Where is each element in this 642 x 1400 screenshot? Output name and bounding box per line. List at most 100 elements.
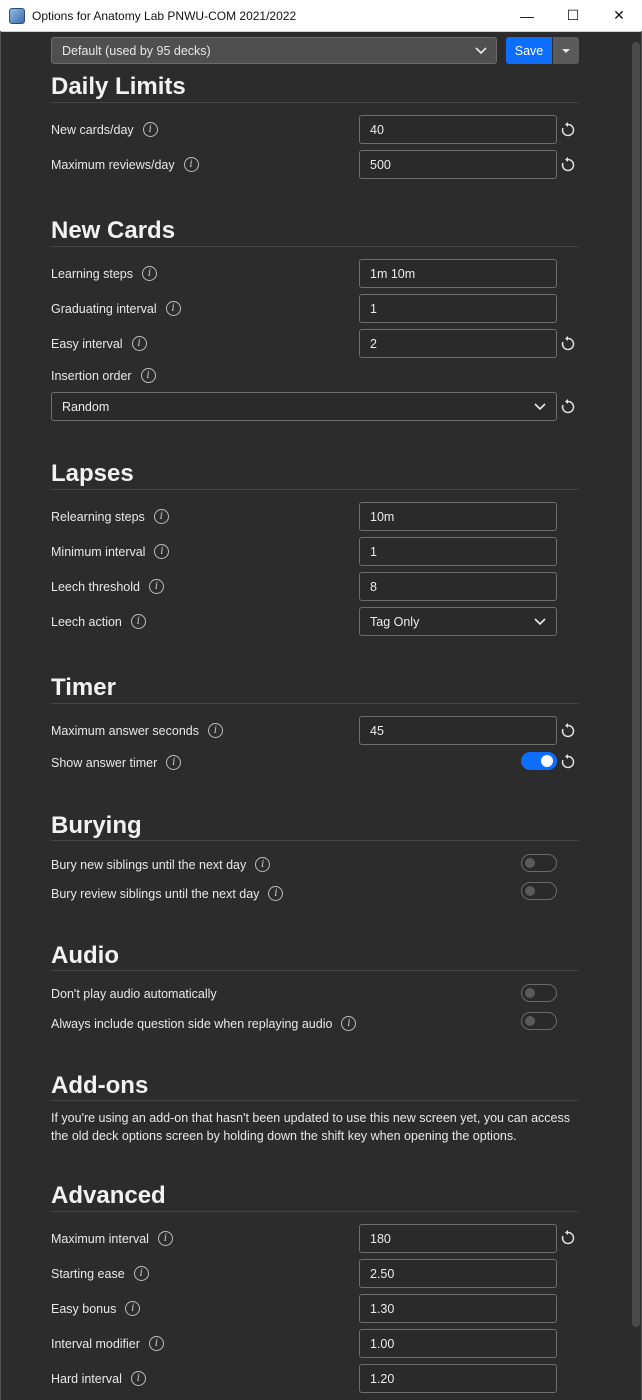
revert-icon[interactable] [560, 1230, 576, 1246]
graduating-interval-input[interactable]: 1 [359, 294, 557, 323]
toggle-knob [525, 858, 535, 868]
maximum-interval-input[interactable]: 180 [359, 1224, 557, 1253]
dont-play-audio-label: Don't play audio automatically [51, 987, 217, 1001]
info-icon[interactable]: i [130, 1371, 146, 1386]
preset-select-value: Default (used by 95 decks) [62, 43, 211, 58]
relearning-steps-label: Relearning steps i [51, 509, 169, 524]
info-icon[interactable]: i [183, 157, 199, 172]
label-text: Leech action [51, 614, 122, 629]
bury-review-siblings-toggle[interactable] [521, 882, 557, 900]
chevron-down-icon [534, 403, 546, 411]
section-divider [51, 489, 579, 490]
revert-icon[interactable] [560, 157, 576, 173]
save-options-dropdown-button[interactable] [553, 37, 579, 64]
info-icon[interactable]: i [131, 336, 147, 351]
info-icon[interactable]: i [133, 1266, 149, 1281]
info-icon[interactable]: i [341, 1016, 357, 1031]
relearning-steps-input[interactable]: 10m [359, 502, 557, 531]
revert-icon[interactable] [560, 754, 576, 770]
info-icon[interactable]: i [125, 1301, 141, 1316]
section-title-daily-limits: Daily Limits [51, 73, 186, 100]
info-icon[interactable]: i [140, 368, 156, 383]
leech-threshold-input[interactable]: 8 [359, 572, 557, 601]
info-icon[interactable]: i [142, 266, 158, 281]
hard-interval-input[interactable]: 1.20 [359, 1364, 557, 1393]
toggle-knob [525, 988, 535, 998]
dont-play-audio-toggle[interactable] [521, 984, 557, 1002]
leech-threshold-label: Leech threshold i [51, 579, 164, 594]
info-icon[interactable]: i [166, 755, 182, 770]
revert-icon[interactable] [560, 336, 576, 352]
insertion-order-label: Insertion order i [51, 368, 156, 383]
learning-steps-input[interactable]: 1m 10m [359, 259, 557, 288]
new-cards-per-day-label: New cards/day i [51, 122, 158, 137]
scrollbar-thumb[interactable] [632, 42, 640, 1327]
easy-bonus-input[interactable]: 1.30 [359, 1294, 557, 1323]
info-icon[interactable]: i [154, 544, 170, 559]
toggle-knob [541, 755, 553, 767]
interval-modifier-label: Interval modifier i [51, 1336, 164, 1351]
toggle-knob [525, 1016, 535, 1026]
section-title-audio: Audio [51, 942, 119, 969]
save-button[interactable]: Save [506, 37, 552, 64]
revert-icon[interactable] [560, 723, 576, 739]
preset-select[interactable]: Default (used by 95 decks) [51, 37, 497, 64]
learning-steps-label: Learning steps i [51, 266, 158, 281]
insertion-order-select[interactable]: Random [51, 392, 557, 421]
include-question-side-toggle[interactable] [521, 1012, 557, 1030]
max-reviews-per-day-input[interactable]: 500 [359, 150, 557, 179]
revert-icon[interactable] [560, 122, 576, 138]
section-divider [51, 840, 579, 841]
bury-review-siblings-label: Bury review siblings until the next day i [51, 886, 284, 901]
label-text: Relearning steps [51, 509, 145, 524]
info-icon[interactable]: i [153, 509, 169, 524]
bury-new-siblings-toggle[interactable] [521, 854, 557, 872]
show-answer-timer-label: Show answer timer i [51, 755, 182, 770]
max-answer-seconds-label: Maximum answer seconds i [51, 723, 223, 738]
label-text: Maximum reviews/day [51, 157, 175, 172]
label-text: Show answer timer [51, 755, 158, 770]
section-divider [51, 102, 579, 103]
minimum-interval-input[interactable]: 1 [359, 537, 557, 566]
graduating-interval-label: Graduating interval i [51, 301, 181, 316]
section-title-burying: Burying [51, 812, 142, 839]
close-button[interactable]: ✕ [596, 0, 642, 31]
label-text: Don't play audio automatically [51, 987, 217, 1001]
revert-icon[interactable] [560, 399, 576, 415]
label-text: Maximum interval [51, 1231, 149, 1246]
info-icon[interactable]: i [142, 122, 158, 137]
label-text: Graduating interval [51, 301, 157, 316]
max-reviews-per-day-label: Maximum reviews/day i [51, 157, 199, 172]
info-icon[interactable]: i [255, 857, 271, 872]
easy-interval-input[interactable]: 2 [359, 329, 557, 358]
info-icon[interactable]: i [207, 723, 223, 738]
label-text: Maximum answer seconds [51, 723, 199, 738]
label-text: Learning steps [51, 266, 134, 281]
window-titlebar: Options for Anatomy Lab PNWU-COM 2021/20… [0, 0, 642, 32]
label-text: Always include question side when replay… [51, 1016, 333, 1031]
info-icon[interactable]: i [165, 301, 181, 316]
interval-modifier-input[interactable]: 1.00 [359, 1329, 557, 1358]
section-divider [51, 703, 579, 704]
info-icon[interactable]: i [148, 1336, 164, 1351]
info-icon[interactable]: i [157, 1231, 173, 1246]
label-text: Starting ease [51, 1266, 125, 1281]
info-icon[interactable]: i [148, 579, 164, 594]
minimize-button[interactable]: — [504, 0, 550, 31]
info-icon[interactable]: i [268, 886, 284, 901]
label-text: Hard interval [51, 1371, 122, 1386]
max-answer-seconds-input[interactable]: 45 [359, 716, 557, 745]
show-answer-timer-toggle[interactable] [521, 752, 557, 770]
section-title-lapses: Lapses [51, 460, 134, 487]
leech-action-select[interactable]: Tag Only [359, 607, 557, 636]
easy-bonus-label: Easy bonus i [51, 1301, 141, 1316]
section-title-new-cards: New Cards [51, 217, 176, 244]
maximize-button[interactable]: ☐ [550, 0, 596, 31]
addons-description: If you're using an add-on that hasn't be… [51, 1111, 570, 1143]
starting-ease-input[interactable]: 2.50 [359, 1259, 557, 1288]
new-cards-per-day-input[interactable]: 40 [359, 115, 557, 144]
starting-ease-label: Starting ease i [51, 1266, 149, 1281]
label-text: Interval modifier [51, 1336, 140, 1351]
label-text: Easy interval [51, 336, 123, 351]
info-icon[interactable]: i [130, 614, 146, 629]
